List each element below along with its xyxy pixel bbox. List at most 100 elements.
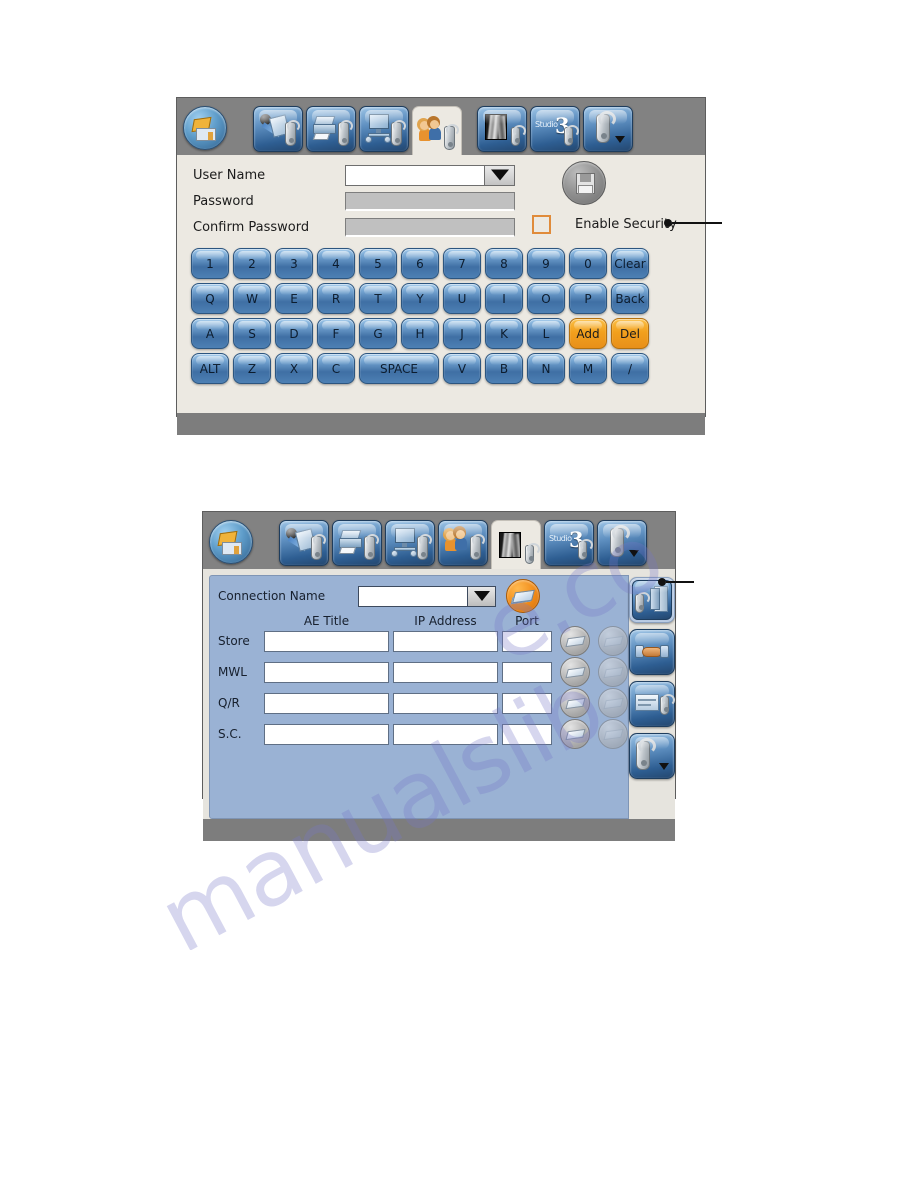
key-l[interactable]: L [527,318,565,349]
key-z[interactable]: Z [233,353,271,384]
key-add[interactable]: Add [569,318,607,349]
tab-more-settings[interactable] [583,106,633,152]
tab-user-settings[interactable] [412,106,462,159]
key-del[interactable]: Del [611,318,649,349]
sc-test-button[interactable] [598,719,628,749]
sc-port-input[interactable] [502,723,552,745]
side-button-more[interactable] [629,733,675,779]
key-q[interactable]: Q [191,283,229,314]
store-edit-button[interactable] [560,626,590,656]
key-a[interactable]: A [191,318,229,349]
key-3[interactable]: 3 [275,248,313,279]
enable-security-row: Enable Security [532,215,677,234]
key-7[interactable]: 7 [443,248,481,279]
key-i[interactable]: I [485,283,523,314]
key-u[interactable]: U [443,283,481,314]
key-t[interactable]: T [359,283,397,314]
connection-name-input[interactable] [359,587,467,606]
key-k[interactable]: K [485,318,523,349]
tab-studio-settings[interactable]: Studio 3 [530,106,580,152]
store-port-input[interactable] [502,630,552,652]
store-ae-title-input[interactable] [264,630,389,652]
document-icon-disabled [603,635,624,648]
key-o[interactable]: O [527,283,565,314]
mwl-ae-title-input[interactable] [264,661,389,683]
key-1[interactable]: 1 [191,248,229,279]
key-slash[interactable]: / [611,353,649,384]
tab-image-settings[interactable] [477,106,527,152]
home-button[interactable] [209,520,253,564]
key-x[interactable]: X [275,353,313,384]
save-icon-label [578,185,593,194]
key-n[interactable]: N [527,353,565,384]
side-button-card-config[interactable] [629,681,675,727]
tab-printer-settings[interactable] [332,520,382,566]
key-e[interactable]: E [275,283,313,314]
key-space[interactable]: SPACE [359,353,439,384]
tab-more-settings[interactable] [597,520,647,566]
callout-line [672,222,722,224]
home-button[interactable] [183,106,227,150]
key-w[interactable]: W [233,283,271,314]
key-b[interactable]: B [485,353,523,384]
user-name-combobox[interactable] [345,164,515,186]
key-9[interactable]: 9 [527,248,565,279]
tab-network-settings[interactable] [385,520,435,566]
user-name-input[interactable] [346,166,484,185]
chevron-down-icon[interactable] [467,586,495,606]
qr-ae-title-input[interactable] [264,692,389,714]
save-button[interactable] [562,161,606,205]
key-y[interactable]: Y [401,283,439,314]
qr-test-button[interactable] [598,688,628,718]
key-alt[interactable]: ALT [191,353,229,384]
key-f[interactable]: F [317,318,355,349]
store-ip-address-input[interactable] [393,630,498,652]
key-j[interactable]: J [443,318,481,349]
key-h[interactable]: H [401,318,439,349]
mwl-port-input[interactable] [502,661,552,683]
key-back[interactable]: Back [611,283,649,314]
tab-image-settings[interactable] [491,520,541,573]
key-s[interactable]: S [233,318,271,349]
callout-enable-security [664,219,722,227]
qr-ip-address-input[interactable] [393,692,498,714]
connection-name-combobox[interactable] [358,585,496,607]
tab-printer-settings[interactable] [306,106,356,152]
enable-security-checkbox[interactable] [532,215,551,234]
key-2[interactable]: 2 [233,248,271,279]
mwl-test-button[interactable] [598,657,628,687]
confirm-password-input[interactable] [345,217,515,237]
column-header-port: Port [515,614,539,628]
key-clear[interactable]: Clear [611,248,649,279]
password-input[interactable] [345,191,515,211]
qr-port-input[interactable] [502,692,552,714]
key-r[interactable]: R [317,283,355,314]
key-6[interactable]: 6 [401,248,439,279]
qr-edit-button[interactable] [560,688,590,718]
key-g[interactable]: G [359,318,397,349]
mwl-ip-address-input[interactable] [393,661,498,683]
key-m[interactable]: M [569,353,607,384]
key-p[interactable]: P [569,283,607,314]
key-c[interactable]: C [317,353,355,384]
key-v[interactable]: V [443,353,481,384]
tab-studio-settings[interactable]: Studio 3 [544,520,594,566]
key-5[interactable]: 5 [359,248,397,279]
sc-ae-title-input[interactable] [264,723,389,745]
side-button-handshake-test[interactable] [629,629,675,675]
sc-edit-button[interactable] [560,719,590,749]
panel2-footer [203,819,675,841]
tab-network-settings[interactable] [359,106,409,152]
new-connection-button[interactable] [506,579,540,613]
key-0[interactable]: 0 [569,248,607,279]
tab-xray-tube-settings[interactable] [253,106,303,152]
chevron-down-icon[interactable] [484,165,514,185]
key-8[interactable]: 8 [485,248,523,279]
store-test-button[interactable] [598,626,628,656]
tab-user-settings[interactable] [438,520,488,566]
sc-ip-address-input[interactable] [393,723,498,745]
mwl-edit-button[interactable] [560,657,590,687]
tab-xray-tube-settings[interactable] [279,520,329,566]
key-d[interactable]: D [275,318,313,349]
key-4[interactable]: 4 [317,248,355,279]
